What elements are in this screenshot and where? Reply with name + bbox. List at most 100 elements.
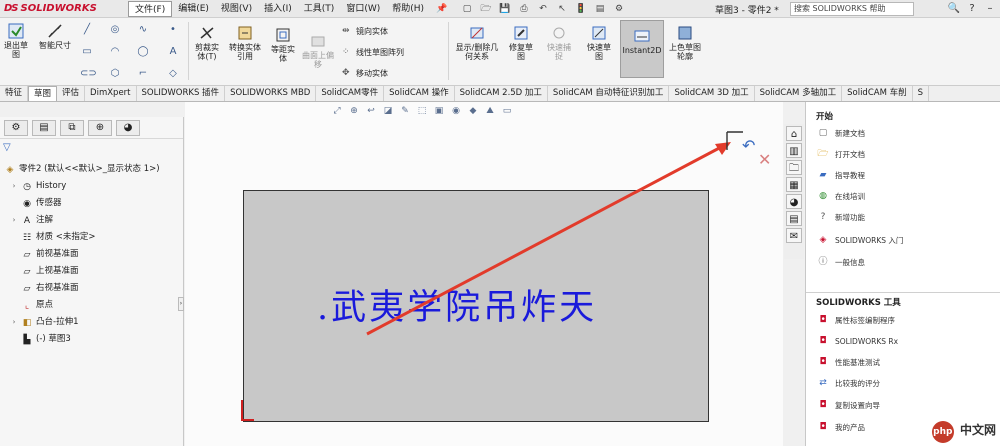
text-icon[interactable]: A [166, 46, 180, 58]
tree-item-top-plane[interactable]: ▱ 上视基准面 [10, 264, 79, 279]
arc-icon[interactable]: ◠ [108, 46, 122, 58]
forum-icon[interactable]: ✉ [786, 228, 802, 243]
plane-icon[interactable]: ◇ [166, 68, 180, 80]
tab-truncated[interactable]: S [913, 86, 930, 101]
fillet-icon[interactable]: ⌐ [136, 68, 150, 80]
tree-item-material[interactable]: ☷ 材质 <未指定> [10, 230, 96, 245]
tab-solidcam-multiaxis[interactable]: SolidCAM 多轴加工 [755, 86, 843, 101]
panel-collapse-handle[interactable]: › [178, 297, 184, 311]
circle-icon[interactable]: ◎ [108, 24, 122, 36]
repair-sketch-button[interactable]: 修复草图 [506, 24, 536, 61]
cancel-x-icon[interactable]: ✕ [758, 150, 771, 169]
offset-on-surface-button[interactable]: 曲面上偏移 [302, 32, 334, 69]
tab-solidcam-3d[interactable]: SolidCAM 3D 加工 [669, 86, 755, 101]
expand-arrow-icon[interactable]: › [10, 315, 18, 330]
solidworks-resources-icon[interactable]: ⌂ [786, 126, 802, 141]
polygon-icon[interactable]: ⬡ [108, 68, 122, 80]
rapid-sketch-button[interactable]: 快速草图 [584, 24, 614, 61]
property-manager-tab-icon[interactable]: ▤ [32, 120, 56, 136]
menu-view[interactable]: 视图(V) [215, 1, 258, 17]
menu-edit[interactable]: 编辑(E) [172, 1, 215, 17]
undo-icon[interactable]: ↶ [536, 3, 550, 16]
display-delete-relations-button[interactable]: 显示/删除几何关系 [452, 24, 502, 61]
minimize-icon[interactable]: – [982, 1, 998, 16]
smart-dimension-button[interactable]: 智能尺寸 [38, 22, 72, 50]
ellipse-icon[interactable]: ◯ [136, 46, 150, 58]
spline-icon[interactable]: ∿ [136, 24, 150, 36]
menu-insert[interactable]: 插入(I) [258, 1, 298, 17]
my-products-link[interactable]: ◘ 我的产品 [816, 418, 865, 436]
trim-entities-button[interactable]: 剪裁实体(T) [192, 24, 222, 61]
open-folder-icon[interactable]: 🗁 [479, 3, 493, 16]
expand-arrow-icon[interactable]: › [10, 213, 18, 228]
print-icon[interactable]: ⎙ [517, 3, 531, 16]
whats-new-link[interactable]: ? 新增功能 [816, 208, 865, 226]
convert-entities-button[interactable]: 转换实体引用 [228, 24, 262, 61]
appearances-icon[interactable]: ◕ [786, 194, 802, 209]
tab-solidcam-part[interactable]: SolidCAM零件 [316, 86, 385, 101]
line-icon[interactable]: ╱ [80, 24, 94, 36]
tab-solidcam-turning[interactable]: SolidCAM 车削 [842, 86, 913, 101]
tree-item-history[interactable]: › ◷ History [10, 179, 67, 194]
menu-help[interactable]: 帮助(H) [386, 1, 430, 17]
tree-item-sensors[interactable]: ◉ 传感器 [10, 196, 61, 211]
select-pointer-icon[interactable]: ↖ [555, 3, 569, 16]
mirror-entities-button[interactable]: ⇹ 镜向实体 [342, 26, 388, 37]
offset-entities-button[interactable]: 等距实体 [268, 26, 298, 63]
tab-solidcam-operations[interactable]: SolidCAM 操作 [384, 86, 455, 101]
tab-solidworks-addins[interactable]: SOLIDWORKS 插件 [137, 86, 226, 101]
traffic-light-icon[interactable]: 🚦 [574, 3, 588, 16]
compare-score-link[interactable]: ⇄ 比较我的评分 [816, 374, 880, 392]
rectangle-icon[interactable]: ▭ [80, 46, 94, 58]
menu-window[interactable]: 窗口(W) [340, 1, 386, 17]
exit-sketch-confirm-icon[interactable]: ↶ [742, 136, 755, 155]
new-document-link[interactable]: ▢ 新建文档 [816, 124, 865, 142]
property-tab-builder-link[interactable]: ◘ 属性标签编制程序 [816, 311, 895, 329]
tab-solidcam-25d[interactable]: SolidCAM 2.5D 加工 [455, 86, 548, 101]
move-entities-button[interactable]: ✥ 移动实体 [342, 68, 388, 79]
file-properties-icon[interactable]: ▤ [593, 3, 607, 16]
tutorials-link[interactable]: ▰ 指导教程 [816, 166, 865, 184]
filter-icon[interactable]: ▽ [3, 143, 13, 153]
graphics-area[interactable]: ⤢ ⊕ ↩ ◪ ✎ ⬚ ▣ ◉ ◆ ⛰ ▭ .武夷学院吊炸天 ↶ ✕ [185, 102, 783, 446]
design-library-icon[interactable]: ▥ [786, 143, 802, 158]
instant2d-button[interactable]: Instant2D [620, 20, 664, 78]
online-training-link[interactable]: ◍ 在线培训 [816, 187, 865, 205]
tree-item-origin[interactable]: ⌞ 原点 [10, 298, 53, 313]
tree-item-boss-extrude[interactable]: › ◧ 凸台-拉伸1 [10, 315, 79, 330]
help-question-icon[interactable]: ? [964, 1, 980, 16]
performance-benchmark-link[interactable]: ◘ 性能基准测试 [816, 353, 880, 371]
tab-sketch[interactable]: 草图 [28, 86, 58, 101]
tab-solidworks-mbd[interactable]: SOLIDWORKS MBD [225, 86, 317, 101]
expand-arrow-icon[interactable]: › [10, 179, 18, 194]
general-info-link[interactable]: ⓘ 一般信息 [816, 253, 865, 271]
point-icon[interactable]: • [166, 24, 180, 36]
solidworks-rx-link[interactable]: ◘ SOLIDWORKS Rx [816, 332, 898, 350]
shaded-sketch-button[interactable]: 上色草图轮廓 [668, 24, 702, 61]
solidworks-logo[interactable]: DS SOLIDWORKS [0, 0, 128, 18]
slot-icon[interactable]: ⊂⊃ [80, 68, 97, 80]
exit-sketch-button[interactable]: 退出草图 [2, 22, 30, 59]
tab-evaluate[interactable]: 评估 [57, 86, 86, 101]
configuration-manager-tab-icon[interactable]: ⧉ [60, 120, 84, 136]
linear-pattern-button[interactable]: ⁘ 线性草图阵列 [342, 47, 404, 58]
tab-solidcam-afrm[interactable]: SolidCAM 自动特征识别加工 [548, 86, 670, 101]
tree-item-front-plane[interactable]: ▱ 前视基准面 [10, 247, 79, 262]
pin-icon[interactable]: 📌 [436, 4, 448, 14]
help-search-input[interactable]: 搜索 SOLIDWORKS 帮助 [790, 2, 914, 16]
display-manager-tab-icon[interactable]: ◕ [116, 120, 140, 136]
file-explorer-icon[interactable]: 🗀 [786, 160, 802, 175]
options-gear-icon[interactable]: ⚙ [612, 3, 626, 16]
menu-tools[interactable]: 工具(T) [298, 1, 341, 17]
save-icon[interactable]: 💾 [498, 3, 512, 16]
tab-dimxpert[interactable]: DimXpert [85, 86, 137, 101]
dimxpert-manager-tab-icon[interactable]: ⊕ [88, 120, 112, 136]
tree-item-annotations[interactable]: › A 注解 [10, 213, 53, 228]
copy-settings-wizard-link[interactable]: ◘ 复制设置向导 [816, 396, 880, 414]
tree-item-right-plane[interactable]: ▱ 右视基准面 [10, 281, 79, 296]
tree-root-part[interactable]: ◈ 零件2 (默认<<默认>_显示状态 1>) [4, 162, 160, 177]
custom-properties-icon[interactable]: ▤ [786, 211, 802, 226]
quick-snaps-button[interactable]: 快速捕捉 [544, 24, 574, 61]
search-icon[interactable]: 🔍 [946, 1, 962, 16]
tree-item-sketch3[interactable]: ▙ (-) 草图3 [10, 332, 71, 347]
